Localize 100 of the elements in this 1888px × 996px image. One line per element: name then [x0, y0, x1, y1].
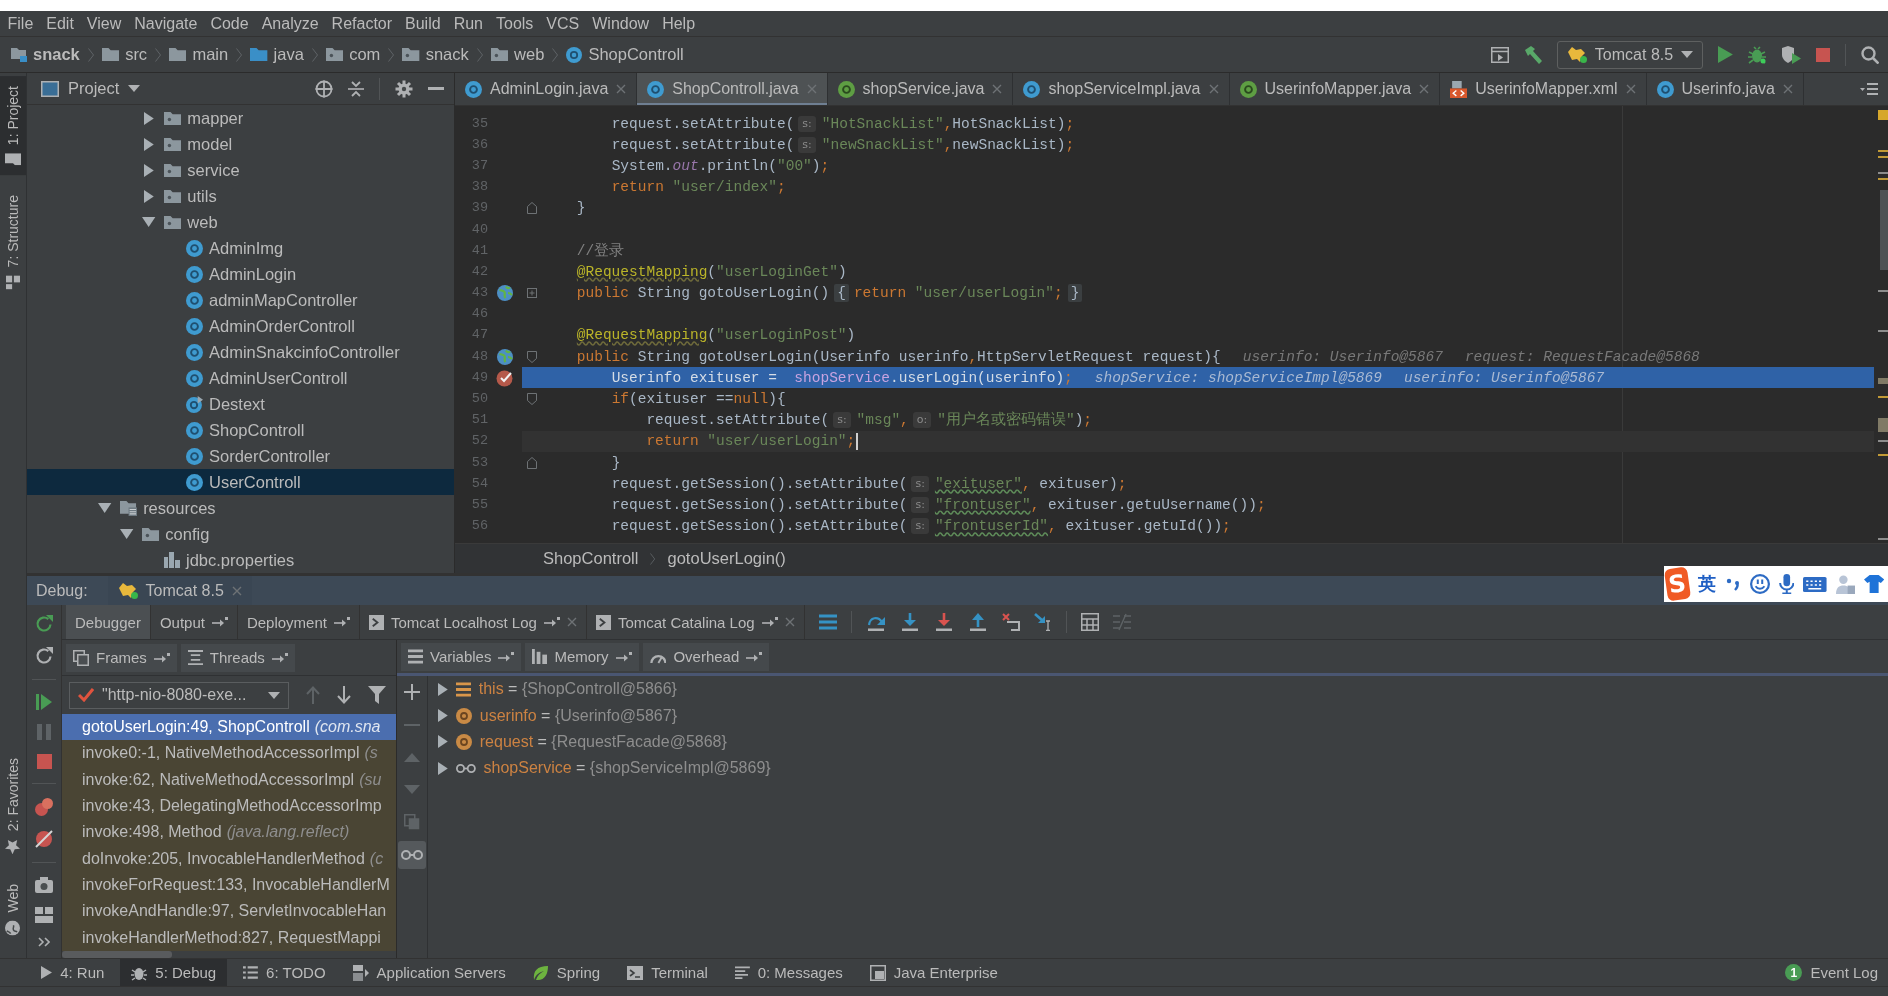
tool-window-button[interactable]: Terminal [616, 959, 719, 986]
expanded-arrow-icon[interactable] [142, 217, 156, 227]
debugger-tab[interactable]: Tomcat Localhost Log [359, 605, 587, 639]
pin-arrow-icon[interactable] [153, 652, 170, 663]
tree-item[interactable]: ShopControll [27, 417, 454, 443]
tool-window-button[interactable]: Application Servers [341, 959, 517, 986]
panel-tab[interactable]: Variables [401, 642, 522, 671]
pin-arrow-icon[interactable] [615, 651, 632, 662]
stop-icon[interactable] [36, 754, 52, 769]
scrollbar-thumb[interactable] [62, 951, 172, 958]
tool-window-button[interactable]: 2: Favorites [0, 748, 26, 865]
stop-icon[interactable] [1816, 47, 1830, 62]
panel-tab[interactable]: Memory [525, 642, 639, 671]
breadcrumb-item[interactable]: main [169, 45, 229, 64]
punctuation-icon[interactable] [1724, 576, 1741, 592]
input-mode-indicator[interactable]: 英 [1697, 572, 1716, 596]
menu-item[interactable]: View [80, 14, 128, 33]
breadcrumb-item[interactable]: snack [402, 45, 469, 64]
drop-frame-icon[interactable] [1001, 613, 1020, 631]
menu-item[interactable]: Window [585, 14, 656, 33]
pin-arrow-icon[interactable] [271, 652, 288, 663]
breadcrumb-item[interactable]: web [490, 45, 545, 64]
variable-entry[interactable]: request = {RequestFacade@5868} [479, 732, 727, 751]
menu-item[interactable]: Build [398, 14, 448, 33]
step-out-icon[interactable] [967, 613, 988, 631]
tool-window-button[interactable]: 4: Run [30, 959, 116, 986]
tree-item[interactable]: SorderController [27, 443, 454, 469]
tree-item[interactable]: AdminUserControll [27, 365, 454, 391]
stack-frame[interactable]: invoke:62, NativeMethodAccessorImpl (su [62, 766, 396, 793]
mute-breakpoints-icon[interactable] [35, 830, 53, 848]
breadcrumb-item[interactable]: java [250, 45, 304, 64]
globe-leaf-icon[interactable] [497, 285, 513, 302]
tree-item[interactable]: AdminOrderControll [27, 313, 454, 339]
shirt-icon[interactable] [1863, 575, 1884, 593]
collapsed-arrow-icon[interactable] [438, 735, 448, 749]
tab-list-icon[interactable] [1860, 83, 1878, 95]
pin-arrow-icon[interactable] [761, 617, 778, 627]
project-view-dropdown[interactable]: Project [68, 79, 141, 98]
settings-icon[interactable] [395, 79, 413, 98]
tool-window-button[interactable]: 0: Messages [723, 959, 854, 986]
menu-item[interactable]: VCS [539, 14, 586, 33]
search-icon[interactable] [1861, 45, 1879, 64]
tree-item[interactable]: model [27, 131, 454, 157]
run-window-icon[interactable] [1490, 46, 1509, 63]
tree-item[interactable]: AdminLogin [27, 261, 454, 287]
tree-item[interactable]: service [27, 157, 454, 183]
fold-marker-icon[interactable] [527, 456, 537, 469]
expanded-arrow-icon[interactable] [98, 503, 112, 513]
run-configuration-dropdown[interactable]: Tomcat 8.5 [1556, 40, 1704, 69]
menu-item[interactable]: Edit [39, 14, 81, 33]
collapsed-arrow-icon[interactable] [144, 137, 154, 151]
hammer-icon[interactable] [1523, 45, 1542, 64]
stack-frame[interactable]: invoke:498, Method (java.lang.reflect) [62, 819, 396, 846]
tree-item[interactable]: Destext [27, 391, 454, 417]
crosshair-icon[interactable] [315, 79, 333, 98]
lines-icon[interactable] [818, 614, 837, 630]
camera-icon[interactable] [35, 877, 53, 893]
panel-tab[interactable]: Frames [66, 643, 177, 672]
variable-entry[interactable]: userinfo = {Userinfo@5867} [479, 706, 677, 725]
tree-item[interactable]: jdbc.properties [27, 547, 454, 573]
stack-frame[interactable]: invokeAndHandle:97, ServletInvocableHan [62, 898, 396, 925]
breadcrumb-item[interactable]: src [101, 45, 148, 64]
breadcrumb-item[interactable]: snack [11, 45, 80, 64]
globe-leaf-icon[interactable] [497, 348, 513, 365]
collapsed-arrow-icon[interactable] [438, 761, 448, 775]
stack-frame[interactable]: invoke:43, DelegatingMethodAccessorImp [62, 792, 396, 820]
stack-frame[interactable]: doInvoke:205, InvocableHandlerMethod (c [62, 845, 396, 872]
tool-window-button[interactable]: Java Enterprise [858, 959, 1009, 986]
stack-frame[interactable]: gotoUserLogin:49, ShopControll (com.sna [62, 714, 396, 741]
force-step-into-icon[interactable] [933, 613, 954, 631]
breadcrumb-item[interactable]: ShopControll [543, 549, 639, 568]
tool-window-button[interactable]: 1: Project [0, 76, 26, 176]
tree-item[interactable]: web [27, 209, 454, 235]
calculator-icon[interactable] [1080, 613, 1099, 631]
more-chevrons-icon[interactable] [38, 937, 50, 947]
fold-marker-icon[interactable] [527, 350, 537, 363]
tree-item[interactable]: adminMapController [27, 287, 454, 313]
tree-item[interactable]: resources [27, 495, 454, 521]
collapse-all-icon[interactable] [348, 80, 364, 97]
microphone-icon[interactable] [1778, 574, 1795, 594]
thread-dropdown[interactable]: "http-nio-8080-exe... [69, 681, 289, 709]
debugger-tab[interactable]: Output [150, 605, 238, 639]
breadcrumb-item[interactable]: ShopControll [566, 45, 684, 64]
stack-frame[interactable]: invokeHandlerMethod:827, RequestMappi [62, 924, 396, 951]
tool-window-button[interactable]: 5: Debug [120, 959, 228, 986]
stack-frame[interactable]: invokeForRequest:133, InvocableHandlerM [62, 871, 396, 899]
fold-marker-icon[interactable] [527, 288, 537, 299]
collapsed-arrow-icon[interactable] [144, 163, 154, 177]
bug-icon[interactable] [1748, 45, 1766, 64]
breadcrumb-item[interactable]: com [325, 45, 381, 64]
run-to-cursor-icon[interactable] [1033, 613, 1052, 631]
pin-arrow-icon[interactable] [211, 617, 228, 627]
folded-code-marker[interactable]: { [834, 284, 849, 303]
pin-arrow-icon[interactable] [746, 651, 763, 662]
pin-arrow-icon[interactable] [333, 617, 350, 627]
collapsed-arrow-icon[interactable] [438, 709, 448, 723]
expanded-arrow-icon[interactable] [120, 529, 134, 539]
menu-item[interactable]: File [1, 14, 40, 33]
menu-item[interactable]: Navigate [127, 14, 204, 33]
breakpoints-icon[interactable] [35, 798, 53, 816]
